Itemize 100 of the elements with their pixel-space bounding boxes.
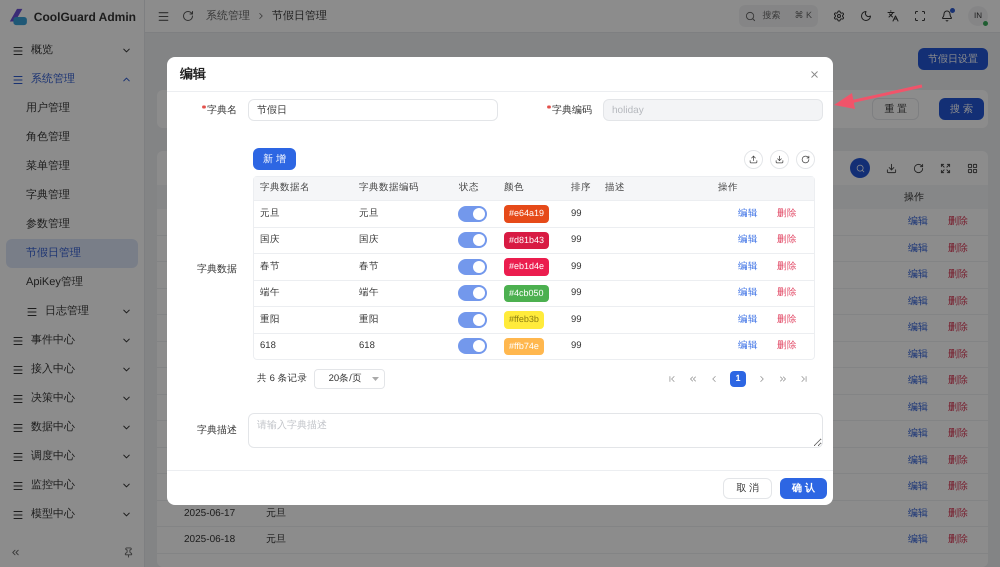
search-field[interactable]: 搜索 ⌘ K	[739, 5, 818, 27]
reset-button[interactable]: 重 置	[872, 98, 920, 120]
delete-link[interactable]: 删除	[777, 312, 797, 327]
edit-link[interactable]: 编辑	[908, 400, 948, 415]
page-size-select[interactable]: 20条/页	[314, 369, 385, 389]
table-cell-text: 元旦	[358, 206, 380, 221]
upload-button[interactable]	[744, 150, 763, 168]
edit-link[interactable]: 编辑	[908, 452, 948, 468]
refresh-icon[interactable]	[913, 162, 924, 174]
delete-link[interactable]: 删除	[948, 426, 988, 442]
expand-icon[interactable]	[940, 162, 951, 174]
status-toggle[interactable]	[458, 258, 487, 275]
status-toggle[interactable]	[458, 338, 487, 354]
cancel-button[interactable]: 取 消	[723, 478, 772, 498]
add-button[interactable]: 新 增	[253, 148, 296, 170]
page-number[interactable]: 1	[730, 371, 746, 387]
delete-link[interactable]: 删除	[948, 532, 988, 548]
status-toggle[interactable]	[458, 285, 487, 302]
delete-link[interactable]: 删除	[948, 506, 988, 521]
delete-link[interactable]: 删除	[777, 260, 797, 274]
edit-link[interactable]: 编辑	[908, 426, 948, 442]
moon-icon[interactable]	[860, 10, 872, 22]
edit-link[interactable]: 编辑	[738, 233, 758, 248]
sidebar-item[interactable]: 监控中心	[0, 471, 144, 500]
edit-link[interactable]: 编辑	[738, 206, 758, 221]
status-toggle[interactable]	[458, 206, 487, 222]
status-toggle[interactable]	[458, 312, 487, 328]
grid-icon[interactable]	[967, 162, 978, 174]
edit-link[interactable]: 编辑	[908, 506, 948, 521]
double-right-icon[interactable]	[778, 374, 788, 384]
sidebar-item[interactable]: 事件中心	[0, 326, 144, 355]
double-left-icon[interactable]	[688, 374, 698, 384]
sidebar-item[interactable]: 决策中心	[0, 384, 144, 413]
sidebar-item[interactable]: ApiKey管理	[6, 268, 138, 297]
collapse-icon[interactable]	[10, 546, 21, 558]
edit-link[interactable]: 编辑	[738, 260, 758, 274]
edit-link[interactable]: 编辑	[738, 286, 758, 300]
fullscreen-icon[interactable]	[914, 10, 926, 22]
delete-link[interactable]: 删除	[777, 286, 797, 300]
download-icon[interactable]	[886, 162, 897, 174]
breadcrumb-link[interactable]: 系统管理	[206, 8, 250, 24]
delete-link[interactable]: 删除	[948, 267, 988, 282]
delete-link[interactable]: 删除	[948, 373, 988, 388]
bell-icon[interactable]	[941, 10, 953, 22]
edit-link[interactable]: 编辑	[738, 312, 758, 327]
delete-link[interactable]: 删除	[948, 346, 988, 362]
description-field[interactable]: 请输入字典描述	[248, 413, 823, 448]
status-toggle[interactable]	[458, 232, 487, 248]
sidebar-item[interactable]: 接入中心	[0, 355, 144, 384]
delete-link[interactable]: 删除	[948, 240, 988, 256]
confirm-button[interactable]: 确 认	[780, 478, 827, 498]
sidebar-item[interactable]: 调度中心	[0, 442, 144, 471]
color-tag: #4cb050	[504, 284, 549, 302]
delete-link[interactable]: 删除	[948, 479, 988, 494]
table-cell-text: 端午	[358, 286, 380, 300]
sidebar-item[interactable]: 模型中心	[0, 500, 144, 529]
close-icon[interactable]	[809, 68, 820, 80]
refresh-button[interactable]	[796, 150, 815, 168]
delete-link[interactable]: 删除	[948, 214, 988, 230]
delete-link[interactable]: 删除	[777, 233, 797, 248]
refresh-icon[interactable]	[182, 10, 194, 22]
sidebar-item[interactable]: 字典管理	[6, 181, 138, 210]
download-button[interactable]	[770, 150, 789, 168]
edit-link[interactable]: 编辑	[738, 339, 758, 354]
delete-link[interactable]: 删除	[777, 339, 797, 354]
edit-link[interactable]: 编辑	[908, 346, 948, 362]
edit-link[interactable]: 编辑	[908, 214, 948, 230]
sidebar-item[interactable]: 日志管理	[6, 297, 138, 326]
delete-link[interactable]: 删除	[948, 400, 988, 415]
delete-link[interactable]: 删除	[777, 206, 797, 221]
table-cell-text: 99	[570, 206, 583, 221]
sidebar-item[interactable]: 数据中心	[0, 413, 144, 442]
translate-icon[interactable]	[887, 10, 899, 22]
search-button[interactable]: 搜 索	[939, 98, 984, 120]
edit-link[interactable]: 编辑	[908, 294, 948, 309]
menu-icon[interactable]	[157, 10, 170, 22]
text-field[interactable]: 节假日	[248, 99, 498, 121]
sidebar-item[interactable]: 节假日管理	[6, 239, 138, 268]
delete-link[interactable]: 删除	[948, 452, 988, 468]
sidebar-item[interactable]: 角色管理	[6, 123, 138, 152]
holiday-settings-button[interactable]: 节假日设置	[918, 48, 988, 70]
edit-link[interactable]: 编辑	[908, 532, 948, 548]
avatar[interactable]: IN	[968, 6, 988, 26]
search-button[interactable]	[850, 158, 870, 178]
sidebar-item[interactable]: 系统管理	[0, 65, 144, 94]
delete-link[interactable]: 删除	[948, 294, 988, 309]
last-page-icon[interactable]	[799, 374, 809, 384]
settings-icon[interactable]	[833, 10, 845, 22]
sidebar-item[interactable]: 用户管理	[6, 94, 138, 123]
edit-link[interactable]: 编辑	[908, 267, 948, 282]
sidebar-item[interactable]: 概览	[0, 36, 144, 65]
edit-link[interactable]: 编辑	[908, 240, 948, 256]
edit-link[interactable]: 编辑	[908, 373, 948, 388]
sidebar-item[interactable]: 参数管理	[6, 210, 138, 239]
sidebar-item[interactable]: 菜单管理	[6, 152, 138, 181]
edit-link[interactable]: 编辑	[908, 479, 948, 494]
pin-icon[interactable]	[123, 546, 134, 558]
delete-link[interactable]: 删除	[948, 320, 988, 336]
edit-link[interactable]: 编辑	[908, 320, 948, 336]
first-page-icon[interactable]	[667, 374, 677, 384]
